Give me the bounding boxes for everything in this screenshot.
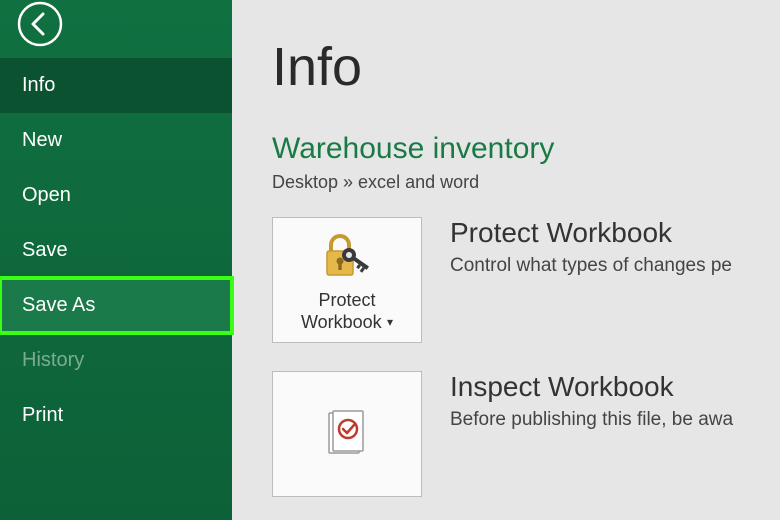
sidebar-item-label: New bbox=[22, 129, 62, 151]
protect-text: Protect Workbook Control what types of c… bbox=[450, 217, 732, 277]
page-title: Info bbox=[272, 36, 780, 98]
sidebar-item-label: Save As bbox=[22, 294, 95, 316]
sidebar-item-print[interactable]: Print bbox=[0, 388, 232, 443]
document-path-breadcrumb: Desktop » excel and word bbox=[272, 172, 780, 193]
sidebar-item-label: Save bbox=[22, 239, 68, 261]
lock-key-icon bbox=[319, 229, 375, 283]
sidebar-item-new[interactable]: New bbox=[0, 113, 232, 168]
protect-desc: Control what types of changes pe bbox=[450, 255, 732, 277]
backstage-sidebar: Info New Open Save Save As History Print bbox=[0, 0, 232, 520]
back-arrow-icon bbox=[16, 0, 64, 53]
back-button[interactable] bbox=[14, 0, 66, 52]
inspect-section: Inspect Workbook Before publishing this … bbox=[272, 371, 780, 497]
protect-section: Protect Workbook ▾ Protect Workbook Cont… bbox=[272, 217, 780, 343]
sidebar-item-label: Open bbox=[22, 184, 71, 206]
check-issues-button[interactable] bbox=[272, 371, 422, 497]
sidebar-item-label: Info bbox=[22, 74, 55, 96]
sidebar-item-save-as[interactable]: Save As bbox=[0, 278, 232, 333]
sidebar-item-info[interactable]: Info bbox=[0, 58, 232, 113]
sidebar-item-open[interactable]: Open bbox=[0, 168, 232, 223]
sidebar-item-label: History bbox=[22, 349, 84, 371]
inspect-text: Inspect Workbook Before publishing this … bbox=[450, 371, 733, 431]
sidebar-item-history[interactable]: History bbox=[0, 333, 232, 388]
main-panel: Info Warehouse inventory Desktop » excel… bbox=[232, 0, 780, 520]
document-check-icon bbox=[323, 405, 371, 459]
app-frame: Info New Open Save Save As History Print… bbox=[0, 0, 780, 520]
inspect-title: Inspect Workbook bbox=[450, 371, 733, 403]
protect-title: Protect Workbook bbox=[450, 217, 732, 249]
protect-button-label: Protect Workbook ▾ bbox=[279, 289, 415, 334]
sidebar-item-label: Print bbox=[22, 404, 63, 426]
dropdown-caret-icon: ▾ bbox=[384, 315, 393, 329]
inspect-desc: Before publishing this file, be awa bbox=[450, 409, 733, 431]
document-title: Warehouse inventory bbox=[272, 132, 780, 166]
sidebar-item-save[interactable]: Save bbox=[0, 223, 232, 278]
protect-workbook-button[interactable]: Protect Workbook ▾ bbox=[272, 217, 422, 343]
